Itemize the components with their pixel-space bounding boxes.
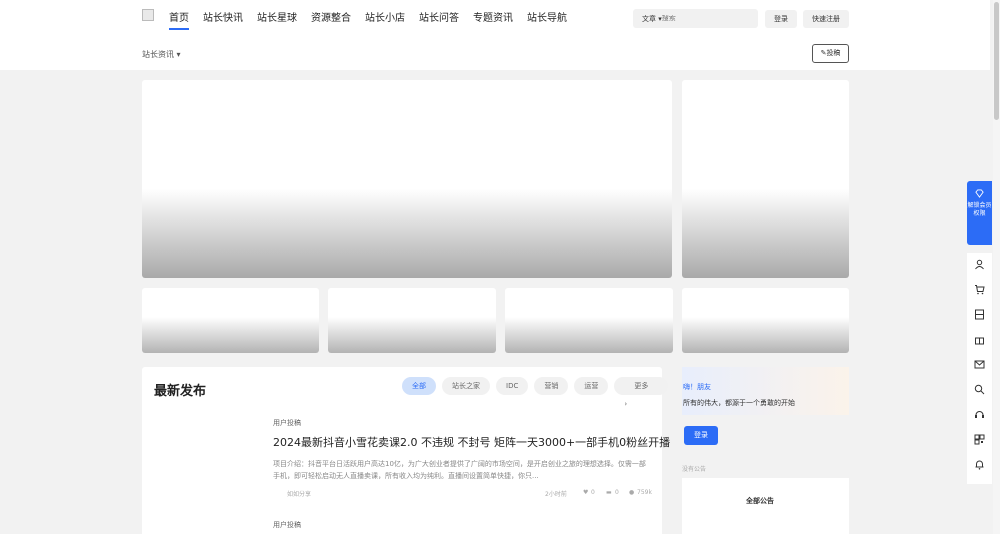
publish-label: 投稿	[826, 49, 841, 57]
side-banner[interactable]	[682, 80, 849, 278]
post-author[interactable]: 如如分享	[287, 489, 311, 498]
support-icon[interactable]	[974, 409, 985, 420]
nav-item-qa[interactable]: 站长问答	[419, 11, 459, 30]
diamond-icon	[975, 189, 984, 198]
page-scrollbar[interactable]	[993, 0, 1000, 534]
tab-idc[interactable]: IDC	[496, 377, 529, 395]
ticket-icon[interactable]	[974, 309, 985, 320]
post-meta: 如如分享 2小时前 ♥ 0 ▬ 0 ● 759k	[273, 489, 652, 499]
feature-card[interactable]	[682, 288, 849, 353]
publish-button[interactable]: ✎投稿	[812, 44, 849, 63]
comment-icon: ▬	[606, 489, 612, 496]
tab-more[interactable]: 更多 ›	[614, 377, 669, 408]
notice-tab[interactable]: 全部公告	[746, 496, 774, 506]
scrollbar-thumb[interactable]	[994, 2, 999, 120]
subnav-label: 站长资讯	[142, 50, 174, 59]
tab-webmaster-home[interactable]: 站长之家	[442, 377, 490, 395]
chevron-down-icon: ▾	[176, 50, 181, 59]
post-category[interactable]: 用户投稿	[273, 418, 651, 428]
message-icon[interactable]	[974, 359, 985, 370]
nav-item-planet[interactable]: 站长星球	[257, 11, 297, 30]
register-button[interactable]: 快速注册	[803, 10, 849, 28]
nav-item-home[interactable]: 首页	[169, 11, 189, 30]
post-category[interactable]: 用户投稿	[273, 520, 651, 530]
user-icon[interactable]	[974, 259, 985, 270]
subnav-dropdown[interactable]: 站长资讯 ▾	[142, 49, 181, 60]
latest-title: 最新发布	[154, 384, 207, 399]
site-header: 首页 站长快讯 站长星球 资源整合 站长小店 站长问答 专题资讯 站长导航 站长…	[0, 0, 990, 70]
feature-card[interactable]	[142, 288, 319, 353]
qrcode-icon[interactable]	[974, 434, 985, 445]
nav-item-directory[interactable]: 站长导航	[527, 11, 567, 30]
notice-panel: 全部公告	[682, 478, 849, 534]
feature-card[interactable]	[505, 288, 673, 353]
post-item[interactable]: 用户投稿	[273, 520, 651, 530]
vip-unlock-label: 解锁会员权限	[967, 202, 992, 217]
main-nav: 首页 站长快讯 站长星球 资源整合 站长小店 站长问答 专题资讯 站长导航	[169, 11, 581, 30]
eye-icon: ●	[629, 489, 635, 496]
nav-item-news[interactable]: 站长快讯	[203, 11, 243, 30]
cart-icon[interactable]	[974, 284, 985, 295]
search-input[interactable]	[661, 15, 753, 22]
tab-operations[interactable]: 运营	[574, 377, 609, 395]
category-tabs: 全部 站长之家 IDC 营销 运营 更多 ›	[402, 377, 669, 408]
heart-icon: ♥	[583, 489, 589, 496]
post-comments: 0	[615, 489, 619, 496]
motto-text: 所有的伟大，都源于一个勇敢的开始	[683, 399, 795, 407]
post-title[interactable]: 2024最新抖音小雪花卖课2.0 不违规 不封号 矩阵一天3000+一部手机0粉…	[273, 434, 670, 450]
post-item[interactable]: 用户投稿 2024最新抖音小雪花卖课2.0 不违规 不封号 矩阵一天3000+一…	[273, 418, 670, 499]
gift-icon[interactable]	[974, 334, 985, 345]
feature-card[interactable]	[328, 288, 496, 353]
vip-unlock-button[interactable]: 解锁会员权限	[967, 181, 992, 245]
logo-image[interactable]	[142, 9, 154, 21]
floating-toolbar	[967, 253, 992, 484]
nav-item-shop[interactable]: 站长小店	[365, 11, 405, 30]
post-excerpt: 项目介绍：抖音平台日活跃用户高达10亿，为广大创业者提供了广阔的市场空间，是开启…	[273, 460, 646, 480]
tab-all[interactable]: 全部	[402, 377, 436, 395]
hero-slider[interactable]	[142, 80, 672, 278]
search-icon[interactable]	[974, 384, 985, 395]
sidebar-login-button[interactable]: 登录	[684, 426, 718, 445]
search-type-select[interactable]: 文章 ▾	[633, 14, 662, 24]
search-type-label: 文章	[642, 14, 656, 23]
search-bar: 文章 ▾	[633, 9, 758, 28]
post-time: 2小时前	[545, 491, 567, 498]
login-button[interactable]: 登录	[765, 10, 797, 28]
tab-more-label: 更多	[624, 377, 659, 395]
tab-marketing[interactable]: 营销	[534, 377, 569, 395]
nav-item-resources[interactable]: 资源整合	[311, 11, 351, 30]
bell-icon[interactable]	[974, 459, 985, 470]
post-views: 759k	[637, 489, 652, 496]
notice-empty-label: 没有公告	[682, 466, 707, 473]
post-likes: 0	[591, 489, 595, 496]
greeting-text: 嗨！朋友	[683, 383, 711, 391]
nav-item-topics[interactable]: 专题资讯	[473, 11, 513, 30]
